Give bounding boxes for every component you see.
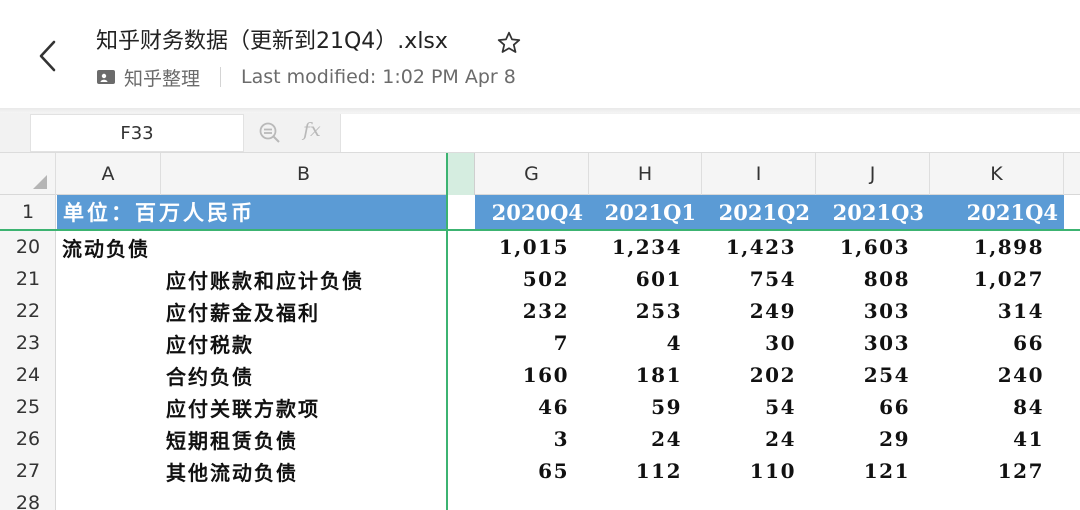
- row-header-23[interactable]: 23: [0, 327, 56, 359]
- row-header-28[interactable]: 28: [0, 487, 56, 510]
- cell-reference-box[interactable]: F33: [30, 114, 244, 152]
- row-header-25[interactable]: 25: [0, 391, 56, 423]
- row-header-27[interactable]: 27: [0, 455, 56, 487]
- value-cell[interactable]: 29: [816, 423, 910, 455]
- value-cell[interactable]: 66: [816, 391, 910, 423]
- value-cell[interactable]: 240: [930, 359, 1044, 391]
- value-cell[interactable]: 754: [702, 263, 796, 295]
- formula-input[interactable]: [340, 114, 1080, 152]
- header-period-cell[interactable]: 2020Q4: [475, 195, 589, 229]
- column-header-i[interactable]: I: [702, 153, 816, 195]
- value-cell[interactable]: 30: [702, 327, 796, 359]
- value-cell[interactable]: 303: [816, 295, 910, 327]
- value-cell[interactable]: 54: [702, 391, 796, 423]
- value-cell[interactable]: 3: [475, 423, 569, 455]
- folder-icon: [96, 67, 116, 87]
- freeze-pane-horizontal-divider[interactable]: [0, 229, 1080, 231]
- row-label-cell[interactable]: 流动负债: [62, 231, 150, 263]
- formula-bar: F33 fx: [0, 113, 1080, 153]
- value-cell[interactable]: 46: [475, 391, 569, 423]
- value-cell[interactable]: 1,898: [930, 231, 1044, 263]
- file-meta: 知乎整理 Last modified: 1:02 PM Apr 8: [96, 64, 516, 90]
- last-modified: Last modified: 1:02 PM Apr 8: [241, 66, 516, 88]
- row-header-22[interactable]: 22: [0, 295, 56, 327]
- row-label-cell[interactable]: 其他流动负债: [166, 455, 298, 487]
- value-cell[interactable]: 202: [702, 359, 796, 391]
- value-cell[interactable]: 253: [589, 295, 682, 327]
- value-cell[interactable]: 110: [702, 455, 796, 487]
- row-header-20[interactable]: 20: [0, 231, 56, 263]
- value-cell[interactable]: 303: [816, 327, 910, 359]
- column-header-a[interactable]: A: [56, 153, 161, 195]
- row-label-cell[interactable]: 应付薪金及福利: [166, 295, 320, 327]
- header-unit-cell[interactable]: 单位：百万人民币: [57, 195, 447, 229]
- header-period-cell[interactable]: 2021Q3: [816, 195, 930, 229]
- value-cell[interactable]: 127: [930, 455, 1044, 487]
- divider: [220, 67, 222, 87]
- file-title: 知乎财务数据（更新到21Q4）.xlsx: [96, 29, 448, 54]
- value-cell[interactable]: 7: [475, 327, 569, 359]
- star-icon[interactable]: [496, 30, 522, 56]
- value-cell[interactable]: 601: [589, 263, 682, 295]
- value-cell[interactable]: 232: [475, 295, 569, 327]
- row-label-cell[interactable]: 应付税款: [166, 327, 254, 359]
- value-cell[interactable]: 121: [816, 455, 910, 487]
- back-button[interactable]: [28, 34, 68, 78]
- row-header-24[interactable]: 24: [0, 359, 56, 391]
- value-cell[interactable]: 502: [475, 263, 569, 295]
- value-cell[interactable]: 254: [816, 359, 910, 391]
- column-header-j[interactable]: J: [816, 153, 930, 195]
- folder-name[interactable]: 知乎整理: [124, 64, 200, 91]
- row-label-cell[interactable]: 合约负债: [166, 359, 254, 391]
- value-cell[interactable]: 808: [816, 263, 910, 295]
- value-cell[interactable]: 181: [589, 359, 682, 391]
- column-header-row: A B G H I J K: [0, 153, 1080, 195]
- column-header-h[interactable]: H: [589, 153, 702, 195]
- value-cell[interactable]: 1,603: [816, 231, 910, 263]
- value-cell[interactable]: 59: [589, 391, 682, 423]
- value-cell[interactable]: 249: [702, 295, 796, 327]
- value-cell[interactable]: 84: [930, 391, 1044, 423]
- freeze-pane-vertical-divider[interactable]: [446, 153, 448, 510]
- value-cell[interactable]: 1,234: [589, 231, 682, 263]
- chevron-left-icon: [39, 40, 56, 72]
- header-period-cell[interactable]: 2021Q1: [589, 195, 702, 229]
- function-icon[interactable]: fx: [303, 119, 321, 141]
- row-header-1[interactable]: 1: [0, 195, 56, 229]
- value-cell[interactable]: 65: [475, 455, 569, 487]
- row-label-cell[interactable]: 应付账款和应计负债: [166, 263, 364, 295]
- hidden-columns-marker[interactable]: [447, 153, 475, 195]
- header-period-cell[interactable]: 2021Q4: [930, 195, 1064, 229]
- value-cell[interactable]: 41: [930, 423, 1044, 455]
- column-header-k[interactable]: K: [930, 153, 1064, 195]
- value-cell[interactable]: 24: [702, 423, 796, 455]
- value-cell[interactable]: 314: [930, 295, 1044, 327]
- header-period-cell[interactable]: 2021Q2: [702, 195, 816, 229]
- value-cell[interactable]: 24: [589, 423, 682, 455]
- select-all-triangle-icon: [33, 175, 47, 189]
- spreadsheet-grid: A B G H I J K 1 20 21 22 23 24 25 26 27 …: [0, 153, 1080, 510]
- value-cell[interactable]: 160: [475, 359, 569, 391]
- column-header-g[interactable]: G: [475, 153, 589, 195]
- row-label-cell[interactable]: 应付关联方款项: [166, 391, 320, 423]
- value-cell[interactable]: 4: [589, 327, 682, 359]
- value-cell[interactable]: 1,015: [475, 231, 569, 263]
- value-cell[interactable]: 1,423: [702, 231, 796, 263]
- header-empty-cell[interactable]: [447, 195, 475, 229]
- value-cell[interactable]: 1,027: [930, 263, 1044, 295]
- column-header-b[interactable]: B: [161, 153, 447, 195]
- select-all-button[interactable]: [0, 153, 56, 195]
- row-header-26[interactable]: 26: [0, 423, 56, 455]
- value-cell[interactable]: 112: [589, 455, 682, 487]
- row-label-cell[interactable]: 短期租赁负债: [166, 423, 298, 455]
- zoom-out-icon[interactable]: [258, 121, 282, 145]
- document-header: 知乎财务数据（更新到21Q4）.xlsx 知乎整理 Last modified:…: [0, 0, 1080, 114]
- row-header-21[interactable]: 21: [0, 263, 56, 295]
- value-cell[interactable]: 66: [930, 327, 1044, 359]
- row-header-column: 1 20 21 22 23 24 25 26 27 28: [0, 195, 56, 510]
